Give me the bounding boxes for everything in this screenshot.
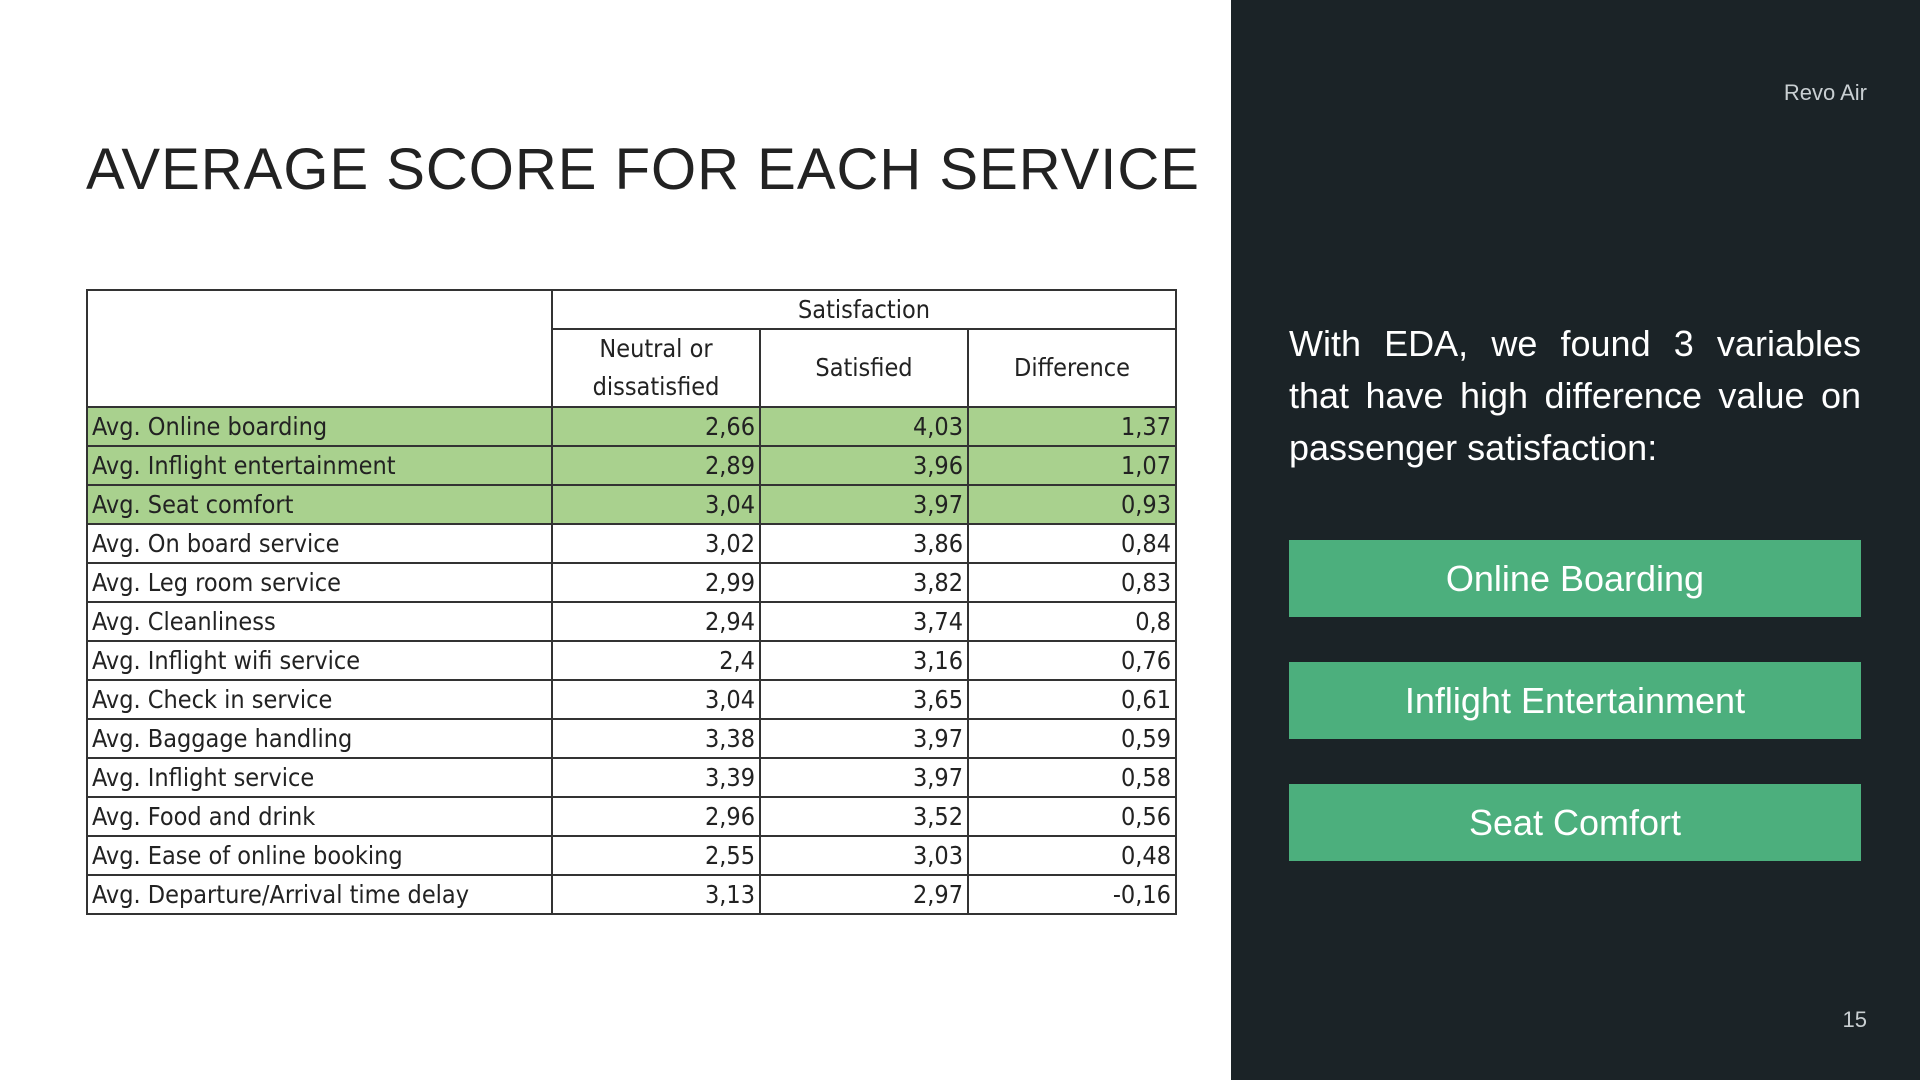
difference-value: 1,07 bbox=[967, 445, 1177, 486]
brand-name: Revo Air bbox=[1783, 80, 1867, 105]
neutral-value: 3,38 bbox=[551, 718, 761, 759]
neutral-value: 2,94 bbox=[551, 601, 761, 642]
difference-value: 0,84 bbox=[967, 523, 1177, 564]
column-header-difference: Difference bbox=[967, 328, 1177, 408]
findings-paragraph: With EDA, we found 3 variables that have… bbox=[1289, 323, 1861, 468]
inflight-entertainment-button[interactable]: Inflight Entertainment bbox=[1289, 662, 1861, 739]
row-label: Avg. Check in service bbox=[86, 679, 553, 720]
satisfied-value: 3,16 bbox=[759, 640, 969, 681]
neutral-value: 2,55 bbox=[551, 835, 761, 876]
table-row: Avg. Seat comfort 3,04 3,97 0,93 bbox=[86, 484, 1177, 525]
difference-value: 0,48 bbox=[967, 835, 1177, 876]
service-score-table: Satisfaction Neutral or dissatisfied Sat… bbox=[86, 289, 1177, 915]
row-label: Avg. Online boarding bbox=[86, 406, 553, 447]
row-label: Avg. Inflight service bbox=[86, 757, 553, 798]
difference-value: 0,83 bbox=[967, 562, 1177, 603]
row-label: Avg. On board service bbox=[86, 523, 553, 564]
neutral-value: 2,89 bbox=[551, 445, 761, 486]
table-row: Avg. Leg room service 2,99 3,82 0,83 bbox=[86, 562, 1177, 603]
difference-value: 0,76 bbox=[967, 640, 1177, 681]
page-number: 15 bbox=[1842, 1007, 1867, 1032]
satisfied-value: 3,52 bbox=[759, 796, 969, 837]
table-row: Avg. Online boarding 2,66 4,03 1,37 bbox=[86, 406, 1177, 447]
difference-value: 0,58 bbox=[967, 757, 1177, 798]
row-label: Avg. Baggage handling bbox=[86, 718, 553, 759]
satisfied-value: 3,96 bbox=[759, 445, 969, 486]
neutral-value: 3,04 bbox=[551, 484, 761, 525]
table-row: Avg. Check in service 3,04 3,65 0,61 bbox=[86, 679, 1177, 720]
difference-value: 0,93 bbox=[967, 484, 1177, 525]
column-header-neutral: Neutral or dissatisfied bbox=[551, 328, 761, 408]
online-boarding-button[interactable]: Online Boarding bbox=[1289, 540, 1861, 617]
neutral-value: 3,13 bbox=[551, 874, 761, 915]
neutral-value: 2,96 bbox=[551, 796, 761, 837]
satisfied-value: 3,86 bbox=[759, 523, 969, 564]
satisfied-value: 3,03 bbox=[759, 835, 969, 876]
empty-header-cell bbox=[86, 289, 553, 408]
satisfied-value: 3,97 bbox=[759, 757, 969, 798]
table-row: Avg. Inflight service 3,39 3,97 0,58 bbox=[86, 757, 1177, 798]
row-label: Avg. Leg room service bbox=[86, 562, 553, 603]
table-row: Avg. Departure/Arrival time delay 3,13 2,9… bbox=[86, 874, 1177, 915]
table-row: Avg. Inflight wifi service 2,4 3,16 0,76 bbox=[86, 640, 1177, 681]
difference-value: -0,16 bbox=[967, 874, 1177, 915]
row-label: Avg. Cleanliness bbox=[86, 601, 553, 642]
satisfied-value: 3,97 bbox=[759, 718, 969, 759]
satisfied-value: 3,97 bbox=[759, 484, 969, 525]
sidebar-panel: Revo Air With EDA, we found 3 variables … bbox=[1231, 0, 1920, 1080]
row-label: Avg. Departure/Arrival time delay bbox=[86, 874, 553, 915]
table-row: Avg. On board service 3,02 3,86 0,84 bbox=[86, 523, 1177, 564]
difference-value: 0,59 bbox=[967, 718, 1177, 759]
difference-value: 0,8 bbox=[967, 601, 1177, 642]
neutral-value: 3,04 bbox=[551, 679, 761, 720]
neutral-value: 3,39 bbox=[551, 757, 761, 798]
row-label: Avg. Food and drink bbox=[86, 796, 553, 837]
satisfied-value: 4,03 bbox=[759, 406, 969, 447]
row-label: Avg. Inflight entertainment bbox=[86, 445, 553, 486]
table-row: Avg. Food and drink 2,96 3,52 0,56 bbox=[86, 796, 1177, 837]
slide-content: AVERAGE SCORE FOR EACH SERVICE Satisfact… bbox=[0, 0, 1231, 1080]
table-row: Avg. Cleanliness 2,94 3,74 0,8 bbox=[86, 601, 1177, 642]
table-row: Avg. Inflight entertainment 2,89 3,96 1,07 bbox=[86, 445, 1177, 486]
table-row: Avg. Baggage handling 3,38 3,97 0,59 bbox=[86, 718, 1177, 759]
satisfaction-group-header: Satisfaction bbox=[551, 289, 1177, 330]
neutral-value: 2,66 bbox=[551, 406, 761, 447]
neutral-value: 2,99 bbox=[551, 562, 761, 603]
neutral-value: 2,4 bbox=[551, 640, 761, 681]
satisfied-value: 3,65 bbox=[759, 679, 969, 720]
row-label: Avg. Ease of online booking bbox=[86, 835, 553, 876]
neutral-value: 3,02 bbox=[551, 523, 761, 564]
row-label: Avg. Seat comfort bbox=[86, 484, 553, 525]
seat-comfort-button[interactable]: Seat Comfort bbox=[1289, 784, 1861, 861]
slide-title: AVERAGE SCORE FOR EACH SERVICE bbox=[86, 137, 1200, 202]
column-header-satisfied: Satisfied bbox=[759, 328, 969, 408]
satisfied-value: 3,74 bbox=[759, 601, 969, 642]
difference-value: 0,61 bbox=[967, 679, 1177, 720]
difference-value: 0,56 bbox=[967, 796, 1177, 837]
row-label: Avg. Inflight wifi service bbox=[86, 640, 553, 681]
difference-value: 1,37 bbox=[967, 406, 1177, 447]
table-row: Avg. Ease of online booking 2,55 3,03 0,48 bbox=[86, 835, 1177, 876]
satisfied-value: 2,97 bbox=[759, 874, 969, 915]
satisfied-value: 3,82 bbox=[759, 562, 969, 603]
